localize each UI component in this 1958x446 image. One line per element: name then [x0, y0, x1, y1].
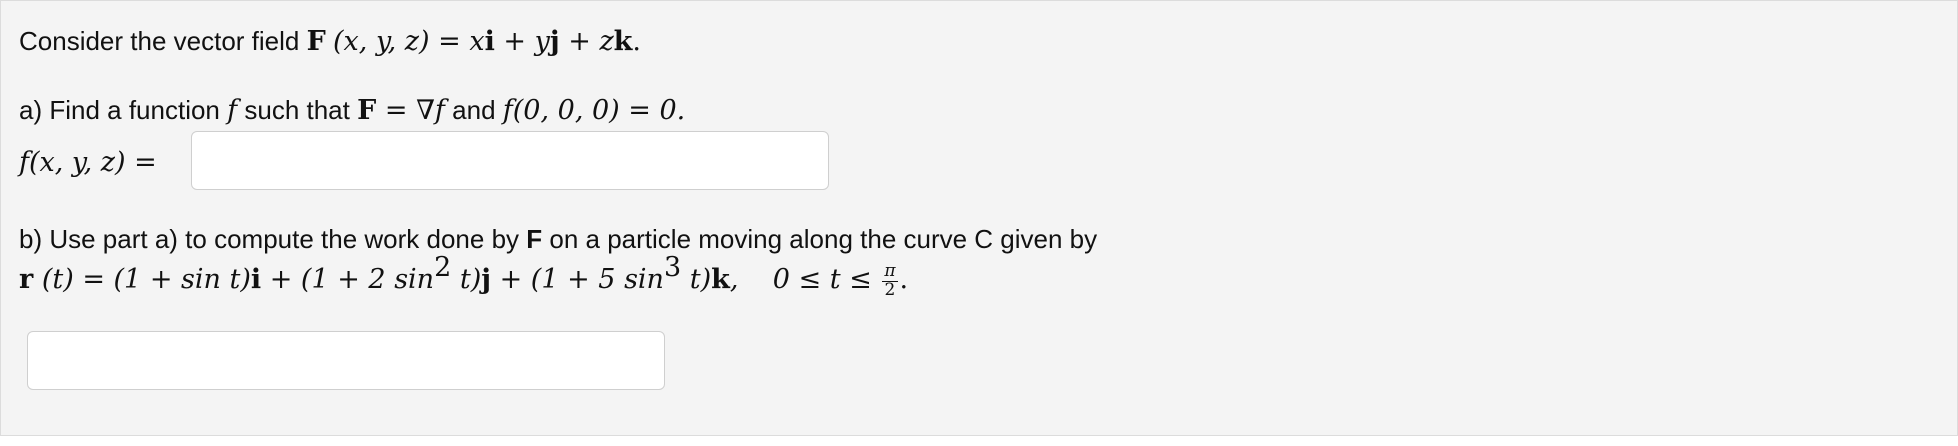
question-panel: Consider the vector field F (x, y, z) = … — [0, 0, 1958, 436]
curve-r: r — [19, 264, 34, 295]
part-a-text1: a) Find a function — [19, 95, 220, 125]
curve-expr-5: t) — [681, 264, 712, 295]
part-a-f2: f — [434, 95, 445, 126]
part-a-text3: and — [452, 95, 496, 125]
curve-exp2: 2 — [434, 252, 452, 283]
part-a-line: a) Find a function f such that F = ∇f an… — [19, 92, 685, 129]
field-args: (x, y, z) — [333, 26, 430, 57]
part-a-condition: f(0, 0, 0) = 0. — [502, 95, 686, 126]
intro-text: Consider the vector field — [19, 26, 300, 56]
curve-expr-2: + (1 + 2 sin — [261, 264, 435, 295]
curve-expr-3: t) — [451, 264, 482, 295]
intro-line: Consider the vector field F (x, y, z) = … — [19, 23, 641, 60]
curve-expr-4: + (1 + 5 sin — [491, 264, 664, 295]
curve-expr-1: (t) = (1 + sin t) — [33, 264, 251, 295]
field-eq: = x — [429, 26, 485, 57]
part-b-curve-line: r (t) = (1 + sin t)i + (1 + 2 sin2 t)j +… — [19, 254, 909, 301]
part-b-text-before: b) Use part a) to compute the work done … — [19, 224, 520, 254]
part-a-text2: such that — [244, 95, 350, 125]
curve-expr-6: , 0 ≤ t ≤ — [729, 264, 881, 295]
curve-exp3: 3 — [663, 252, 682, 283]
curve-end: . — [899, 264, 909, 295]
part-a-answer-label-line: f(x, y, z) = — [19, 144, 157, 181]
unit-i: i — [484, 26, 495, 57]
part-a-f: f — [227, 95, 238, 126]
curve-k: k — [711, 264, 730, 295]
plus-y: + y — [494, 26, 550, 57]
part-a-answer-label: f(x, y, z) = — [19, 147, 157, 178]
part-a-answer-input[interactable] — [191, 131, 829, 190]
pi-over-2-fraction: π2 — [882, 263, 898, 301]
part-b-F: F — [526, 224, 543, 254]
curve-j: j — [481, 264, 492, 295]
part-a-F: F — [357, 95, 377, 126]
frac-denominator: 2 — [884, 280, 896, 301]
part-b-text-after: on a particle moving along the curve C g… — [549, 224, 1098, 254]
plus-z: + z — [559, 26, 614, 57]
part-a-eq-grad: = ∇ — [376, 95, 435, 126]
part-b-answer-input[interactable] — [27, 331, 665, 390]
unit-k: k — [613, 26, 633, 57]
unit-j: j — [549, 26, 560, 57]
part-b-line1: b) Use part a) to compute the work done … — [19, 221, 1097, 257]
field-F: F — [306, 26, 326, 57]
curve-i: i — [250, 264, 262, 295]
intro-period: . — [632, 26, 641, 57]
